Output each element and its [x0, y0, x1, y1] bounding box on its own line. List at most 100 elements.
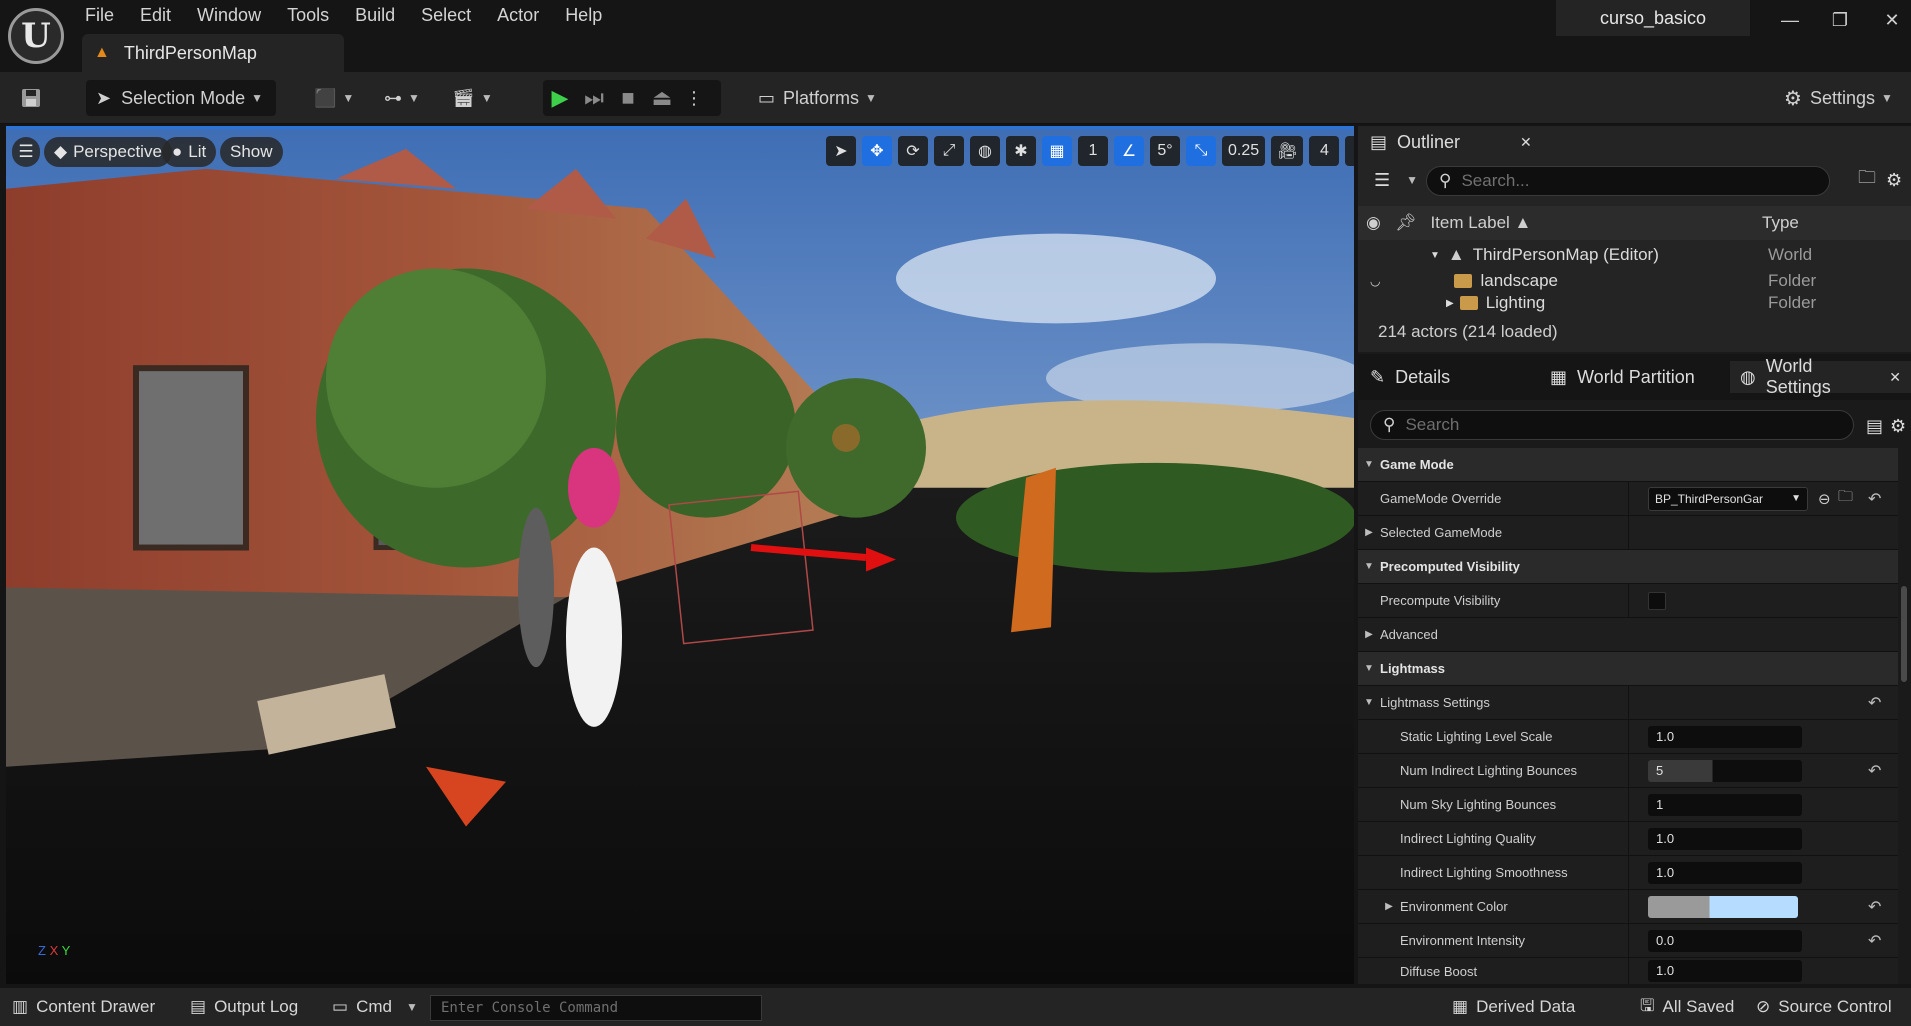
visibility-icon[interactable]: ◉ — [1366, 213, 1381, 233]
step-icon[interactable]: ⏭ — [577, 85, 611, 111]
restore-button[interactable]: ❐ — [1820, 6, 1860, 34]
rotation-snap-icon[interactable]: ∠ — [1114, 136, 1144, 166]
tree-row[interactable]: ▶ Lighting Folder — [1358, 292, 1898, 314]
prop-selected-gamemode[interactable]: ▶ Selected GameMode — [1358, 516, 1898, 550]
reset-icon[interactable]: ↶ — [1868, 897, 1881, 917]
close-icon[interactable]: ✕ — [1520, 134, 1532, 151]
menu-tools[interactable]: Tools — [274, 0, 342, 32]
grid-snap-icon[interactable]: ▦ — [1042, 136, 1072, 166]
filter-button[interactable]: ☰ ▼ — [1374, 164, 1418, 196]
select-mode-icon[interactable]: ➤ — [826, 136, 856, 166]
unreal-logo-icon[interactable]: U — [8, 8, 64, 64]
details-search-input[interactable]: ⚲ Search — [1370, 410, 1854, 440]
number-field[interactable]: 1.0 — [1648, 725, 1802, 748]
number-field[interactable]: 1 — [1648, 793, 1802, 816]
tab-world-settings[interactable]: ◍ World Settings ✕ — [1730, 356, 1911, 397]
scale-mode-icon[interactable]: ⤢ — [934, 136, 964, 166]
add-actor-button[interactable]: ⬛ ▼ — [314, 80, 354, 116]
save-icon[interactable] — [20, 80, 42, 116]
table-view-icon[interactable]: ▤ — [1866, 410, 1883, 442]
prop-advanced[interactable]: ▶ Advanced — [1358, 618, 1898, 652]
number-field[interactable]: 1.0 — [1648, 960, 1802, 982]
eye-hidden-icon[interactable]: ◡ — [1370, 274, 1380, 288]
cinematics-button[interactable]: 🎬︎ ▼ — [452, 80, 493, 116]
add-folder-icon[interactable]: 🗀︎ — [1858, 164, 1876, 196]
outliner-tab[interactable]: ▤ Outliner ✕ — [1370, 126, 1532, 158]
close-window-button[interactable]: ✕ — [1872, 6, 1911, 34]
menu-window[interactable]: Window — [184, 0, 274, 32]
platforms-button[interactable]: ▭ Platforms ▼ — [758, 80, 877, 116]
eject-icon[interactable]: ⏏ — [645, 85, 679, 111]
menu-build[interactable]: Build — [342, 0, 408, 32]
show-button[interactable]: Show — [220, 137, 283, 167]
prop-lightmass-settings[interactable]: ▼ Lightmass Settings ↶ — [1358, 686, 1898, 720]
reset-icon[interactable]: ↶ — [1868, 489, 1881, 509]
number-field[interactable]: 0.0 — [1648, 929, 1802, 952]
viewport-menu-icon[interactable]: ☰ — [12, 137, 40, 167]
blueprint-button[interactable]: ⊶ ▼ — [384, 80, 420, 116]
menu-file[interactable]: File — [72, 0, 127, 32]
gamemode-dropdown[interactable]: BP_ThirdPersonGar ▼ — [1648, 486, 1808, 511]
type-column[interactable]: Type — [1762, 213, 1799, 233]
slider-field[interactable]: 5 — [1648, 759, 1802, 782]
camera-speed-icon[interactable]: 🎥︎ — [1271, 136, 1304, 166]
source-control-button[interactable]: ⊘ Source Control — [1756, 988, 1892, 1026]
lit-button[interactable]: ● Lit — [162, 137, 217, 167]
tree-row[interactable]: ◡ landscape Folder — [1358, 268, 1898, 294]
category-precomputed-visibility[interactable]: ▼ Precomputed Visibility — [1358, 550, 1898, 584]
grid-snap-value[interactable]: 1 — [1078, 136, 1108, 166]
translate-mode-icon[interactable]: ✥ — [862, 136, 892, 166]
reset-icon[interactable]: ↶ — [1868, 761, 1881, 781]
number-field[interactable]: 1.0 — [1648, 861, 1802, 884]
minimize-button[interactable]: — — [1770, 6, 1810, 34]
camera-speed-value[interactable]: 4 — [1309, 136, 1340, 166]
tab-world-partition[interactable]: ▦ World Partition — [1550, 361, 1695, 393]
cmd-button[interactable]: ▭ Cmd ▼ — [332, 988, 418, 1026]
expand-icon[interactable]: ▶ — [1446, 298, 1454, 309]
layout-icon[interactable]: ⊞ — [1345, 136, 1354, 166]
more-options-icon[interactable]: ⋮ — [679, 88, 709, 109]
browse-icon[interactable]: ⊖ — [1818, 490, 1831, 508]
rotation-snap-value[interactable]: 5° — [1150, 136, 1180, 166]
gear-icon[interactable]: ⚙ — [1890, 410, 1906, 442]
world-local-icon[interactable]: ◍ — [970, 136, 1000, 166]
selection-mode-button[interactable]: ➤ Selection Mode ▼ — [86, 80, 276, 116]
level-viewport[interactable]: ☰ ◆ Perspective ● Lit Show ➤ ✥ ⟳ ⤢ ◍ ✱ ▦… — [6, 126, 1354, 984]
menu-edit[interactable]: Edit — [127, 0, 184, 32]
perspective-button[interactable]: ◆ Perspective — [44, 137, 172, 167]
derived-data-button[interactable]: ▦ Derived Data — [1452, 988, 1575, 1026]
content-drawer-button[interactable]: ▥ Content Drawer — [12, 988, 155, 1026]
menu-select[interactable]: Select — [408, 0, 484, 32]
category-lightmass[interactable]: ▼ Lightmass — [1358, 652, 1898, 686]
pin-icon[interactable]: 📌︎ — [1395, 213, 1417, 233]
play-icon[interactable]: ▶ — [543, 85, 577, 111]
folder-browse-icon[interactable]: 🗀︎ — [1838, 486, 1853, 511]
level-tab[interactable]: ▲ ThirdPersonMap — [82, 34, 344, 72]
scale-snap-value[interactable]: 0.25 — [1222, 136, 1266, 166]
expand-icon[interactable]: ▶ — [1378, 901, 1400, 912]
rotate-mode-icon[interactable]: ⟳ — [898, 136, 928, 166]
settings-button[interactable]: ⚙ Settings ▼ — [1784, 80, 1893, 116]
gear-icon[interactable]: ⚙ — [1886, 164, 1902, 196]
color-swatch[interactable] — [1648, 895, 1798, 918]
tree-row[interactable]: ▼ ▲ ThirdPersonMap (Editor) World — [1358, 242, 1898, 268]
scene-render[interactable] — [6, 129, 1354, 984]
item-label-column[interactable]: Item Label ▲ — [1430, 213, 1531, 233]
expand-icon[interactable]: ▼ — [1430, 250, 1440, 261]
number-field[interactable]: 1.0 — [1648, 827, 1802, 850]
category-game-mode[interactable]: ▼ Game Mode — [1358, 448, 1898, 482]
details-scrollbar[interactable] — [1901, 586, 1907, 682]
reset-icon[interactable]: ↶ — [1868, 693, 1881, 713]
scale-snap-icon[interactable]: ⤡ — [1186, 136, 1216, 166]
surface-snap-icon[interactable]: ✱ — [1006, 136, 1036, 166]
tab-details[interactable]: ✎ Details — [1370, 361, 1450, 393]
menu-help[interactable]: Help — [552, 0, 615, 32]
output-log-button[interactable]: ▤ Output Log — [190, 988, 298, 1026]
stop-icon[interactable]: ■ — [611, 85, 645, 111]
all-saved-button[interactable]: 🖫︎ All Saved — [1640, 988, 1734, 1026]
close-icon[interactable]: ✕ — [1889, 369, 1901, 386]
outliner-search-input[interactable]: ⚲ Search... — [1426, 166, 1830, 196]
menu-actor[interactable]: Actor — [484, 0, 552, 32]
console-input[interactable]: Enter Console Command — [430, 995, 762, 1021]
reset-icon[interactable]: ↶ — [1868, 931, 1881, 951]
